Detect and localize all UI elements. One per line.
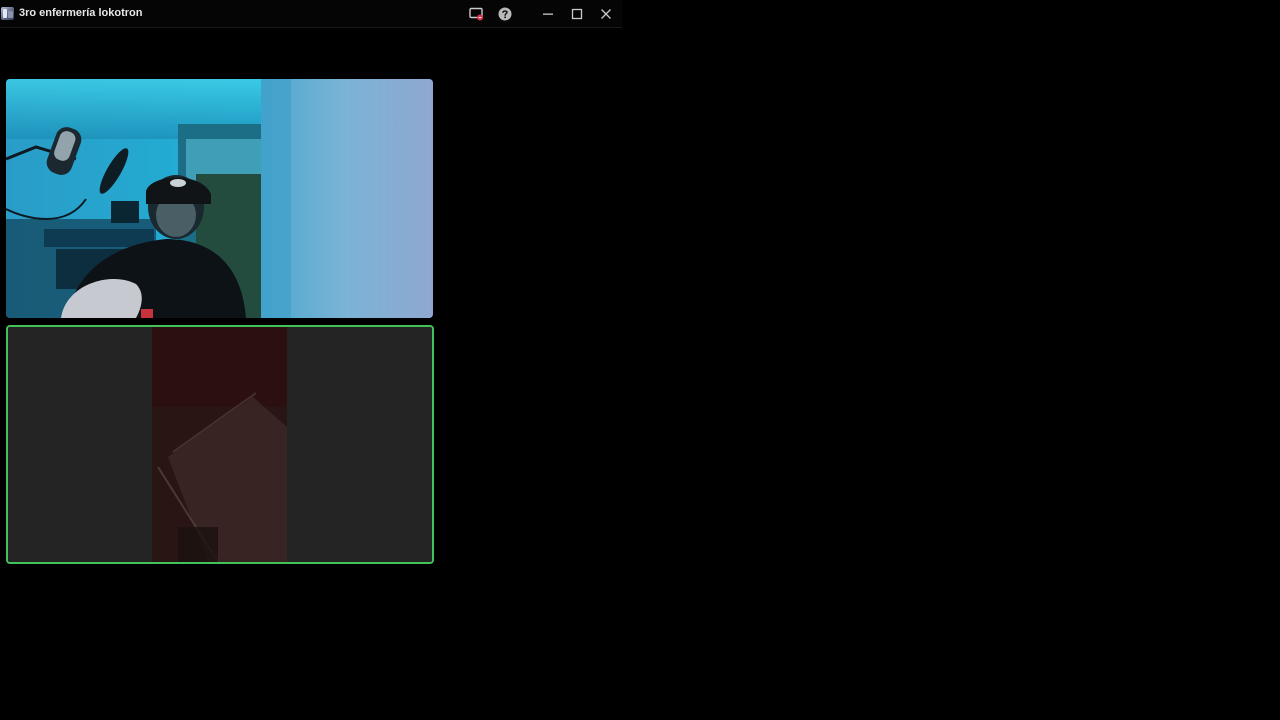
- maximize-icon[interactable]: [567, 4, 587, 24]
- participant-screen-share-tile[interactable]: [6, 325, 434, 564]
- title-bar: 3ro enfermería lokotron: [0, 0, 622, 28]
- server-avatar-icon: [1, 7, 14, 20]
- close-icon[interactable]: [596, 4, 616, 24]
- screen-share-stop-icon[interactable]: [466, 4, 486, 24]
- camera-video-feed: [6, 79, 433, 318]
- window-title: 3ro enfermería lokotron: [19, 7, 143, 19]
- shared-video-feed: [8, 327, 432, 562]
- help-icon[interactable]: [495, 4, 515, 24]
- participant-video-tile[interactable]: [6, 79, 433, 318]
- minimize-icon[interactable]: [538, 4, 558, 24]
